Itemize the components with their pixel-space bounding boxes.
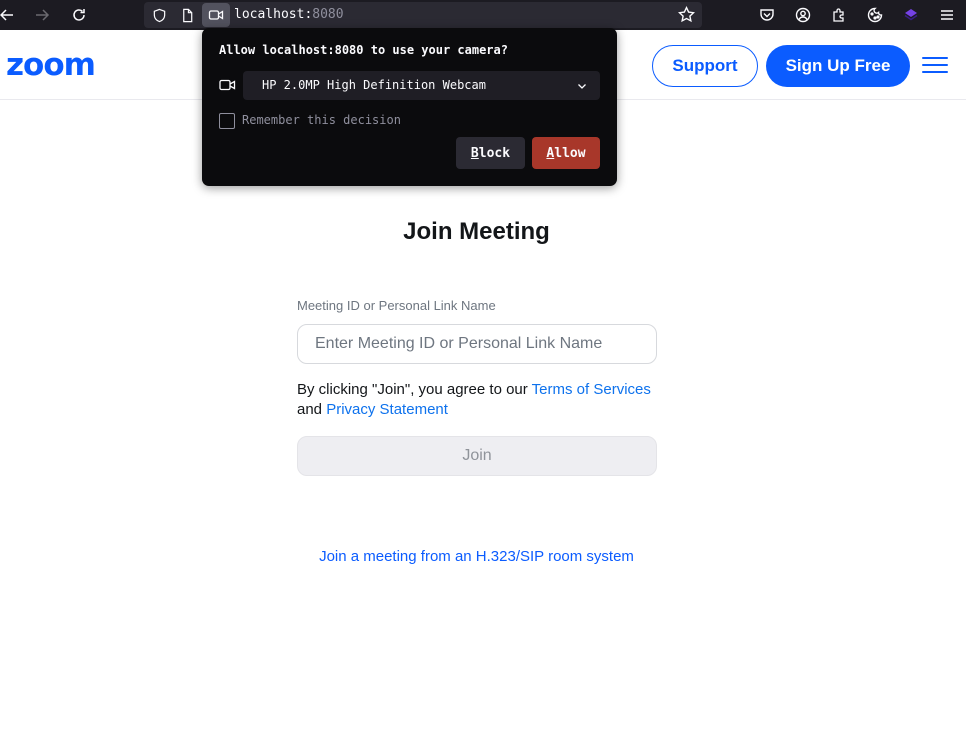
url-text: localhost:8080: [234, 7, 344, 22]
zoom-logo-text: zoom: [6, 50, 95, 80]
support-button[interactable]: Support: [652, 45, 758, 87]
extensions-icon[interactable]: [829, 5, 849, 25]
selected-device: HP 2.0MP High Definition Webcam: [262, 78, 486, 92]
sip-room-system-link[interactable]: Join a meeting from an H.323/SIP room sy…: [0, 548, 953, 565]
sign-up-free-button[interactable]: Sign Up Free: [766, 45, 910, 87]
page-icon[interactable]: [178, 6, 196, 24]
camera-permission-icon[interactable]: [202, 3, 230, 27]
camera-permission-popup: Allow localhost:8080 to use your camera?…: [202, 28, 617, 186]
reload-icon[interactable]: [68, 4, 90, 26]
camera-device-select[interactable]: HP 2.0MP High Definition Webcam: [243, 71, 600, 100]
menu-icon[interactable]: [937, 5, 957, 25]
star-icon[interactable]: [677, 5, 696, 24]
agreement-prefix: By clicking "Join", you agree to our: [297, 381, 532, 398]
join-button[interactable]: Join: [297, 436, 657, 476]
block-button[interactable]: Block: [456, 137, 525, 169]
page-title: Join Meeting: [403, 218, 550, 245]
account-icon[interactable]: [793, 5, 813, 25]
chevron-down-icon: [578, 84, 586, 89]
cookie-icon[interactable]: [865, 5, 885, 25]
shield-icon[interactable]: [150, 6, 168, 24]
hamburger-menu-icon[interactable]: [922, 57, 948, 77]
allow-button[interactable]: Allow: [532, 137, 600, 169]
camera-icon: [219, 79, 236, 91]
browser-toolbar: localhost:8080: [0, 0, 966, 30]
remember-decision-label[interactable]: Remember this decision: [242, 113, 401, 127]
meeting-id-label: Meeting ID or Personal Link Name: [297, 298, 496, 313]
agreement-and: and: [297, 401, 327, 418]
block-label: lock: [478, 145, 511, 161]
privacy-statement-link[interactable]: Privacy Statement: [326, 401, 448, 418]
pocket-icon[interactable]: [757, 5, 777, 25]
allow-accesskey: A: [546, 145, 555, 161]
block-accesskey: B: [470, 145, 479, 161]
back-arrow-icon[interactable]: [0, 4, 18, 26]
meeting-id-input[interactable]: [297, 324, 657, 364]
url-port: 8080: [312, 7, 344, 22]
allow-label: llow: [554, 145, 586, 161]
permission-title: Allow localhost:8080 to use your camera?: [219, 43, 508, 57]
terms-of-services-link[interactable]: Terms of Services: [532, 381, 651, 398]
remember-decision-checkbox[interactable]: [219, 113, 235, 129]
extension-icon[interactable]: [901, 5, 921, 25]
url-host: localhost:: [234, 7, 313, 22]
forward-arrow-icon[interactable]: [31, 4, 53, 26]
agreement-text: By clicking "Join", you agree to our Ter…: [297, 380, 667, 420]
url-bar[interactable]: localhost:8080: [144, 2, 702, 28]
zoom-logo[interactable]: zoom: [6, 50, 118, 80]
